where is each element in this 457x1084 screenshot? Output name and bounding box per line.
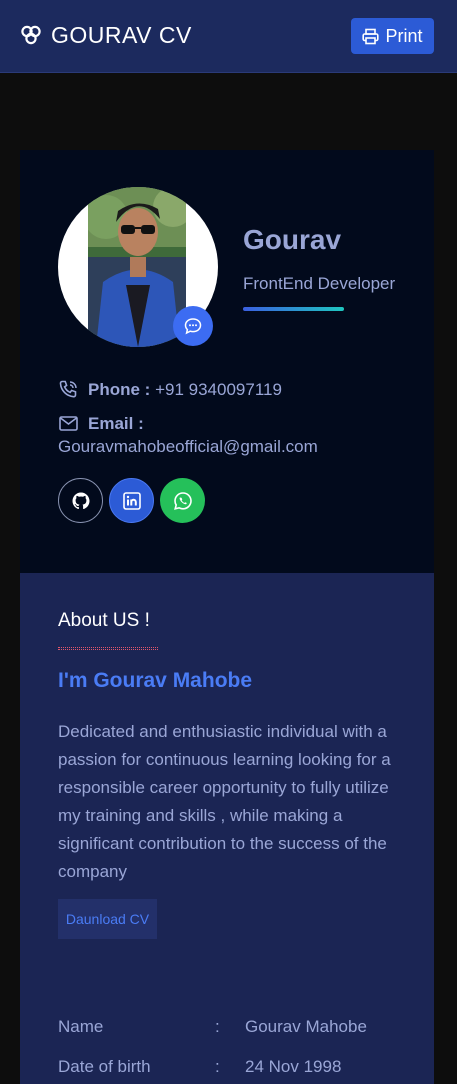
info-separator: : <box>215 1017 220 1036</box>
message-button[interactable] <box>173 306 213 346</box>
print-button[interactable]: Print <box>351 18 434 54</box>
avatar-container <box>58 187 218 347</box>
profile-card: Gourav FrontEnd Developer Phone : +91 93… <box>20 150 434 573</box>
info-row-dob: Date of birth : 24 Nov 1998 <box>58 1057 398 1081</box>
profile-name: Gourav <box>243 224 342 255</box>
social-links <box>58 478 205 523</box>
mail-icon <box>59 416 78 431</box>
download-cv-button[interactable]: Daunload CV <box>58 899 157 939</box>
info-key: Date of birth <box>58 1057 151 1076</box>
brand[interactable]: GOURAV CV <box>20 21 192 49</box>
whatsapp-link[interactable] <box>160 478 205 523</box>
phone-value[interactable]: +91 9340097119 <box>155 380 282 399</box>
info-row-name: Name : Gourav Mahobe <box>58 1017 398 1041</box>
email-row: Email : Gouravmahobeofficial@gmail.com <box>58 412 418 458</box>
brand-title: GOURAV CV <box>51 21 192 48</box>
phone-icon <box>59 380 77 398</box>
about-section: About US ! I'm Gourav Mahobe Dedicated a… <box>20 573 434 1084</box>
info-value: Gourav Mahobe <box>245 1017 367 1036</box>
linkedin-link[interactable] <box>109 478 154 523</box>
github-icon <box>72 492 89 509</box>
role-underline <box>243 307 344 311</box>
about-headline: I'm Gourav Mahobe <box>58 669 253 692</box>
printer-icon <box>362 28 380 44</box>
whatsapp-icon <box>173 491 192 510</box>
linkedin-icon <box>122 491 141 510</box>
about-title-underline <box>58 647 158 650</box>
phone-row: Phone : +91 9340097119 <box>58 378 282 401</box>
three-circles-logo-icon <box>21 25 41 45</box>
phone-label: Phone : <box>88 380 151 399</box>
about-title: About US ! <box>58 610 150 631</box>
github-link[interactable] <box>58 478 103 523</box>
profile-role: FrontEnd Developer <box>243 274 396 293</box>
about-description: Dedicated and enthusiastic individual wi… <box>58 722 391 881</box>
info-value: 24 Nov 1998 <box>245 1057 342 1076</box>
email-label: Email : <box>88 414 144 433</box>
chat-bubble-icon <box>184 318 202 335</box>
email-value[interactable]: Gouravmahobeofficial@gmail.com <box>58 435 418 458</box>
info-separator: : <box>215 1057 220 1076</box>
print-label: Print <box>385 25 423 46</box>
info-key: Name <box>58 1017 104 1036</box>
top-navbar: GOURAV CV Print <box>0 0 457 73</box>
